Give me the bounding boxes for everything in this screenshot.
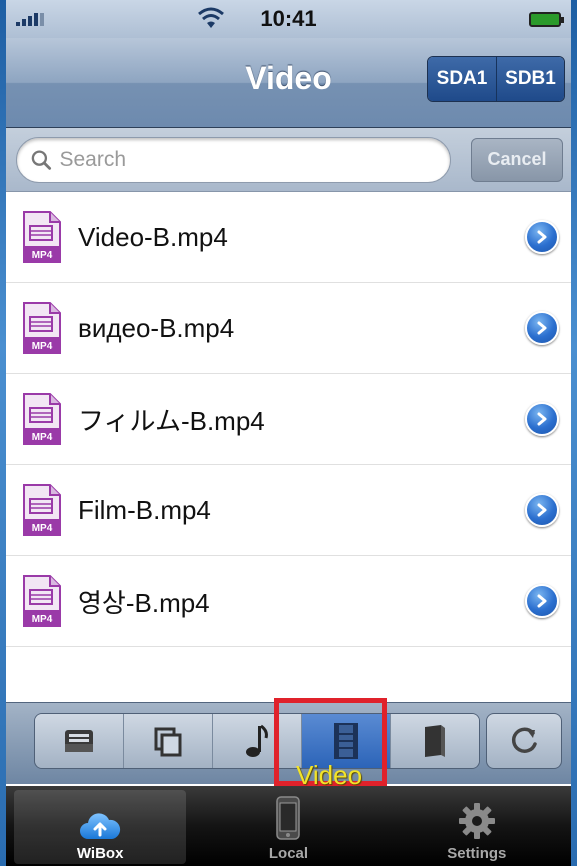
detail-disclosure-button[interactable] — [525, 584, 559, 618]
file-name: видео-B.mp4 — [78, 312, 235, 343]
search-icon — [31, 149, 52, 170]
segment-sda1-button[interactable]: SDA1 — [428, 57, 496, 101]
tab-label: Settings — [447, 845, 507, 862]
category-segmented-control — [34, 713, 480, 769]
file-list: MP4 Video-B.mp4 MP4 видео-B.mp4 MP4 フィルム… — [6, 192, 571, 647]
segment-sdb1-button[interactable]: SDB1 — [496, 57, 564, 101]
mp4-file-icon: MP4 — [23, 302, 61, 354]
tab-bar: WiBox Local Settings — [6, 786, 571, 866]
refresh-button[interactable] — [486, 713, 562, 769]
inbox-icon — [65, 730, 93, 752]
search-bar: Cancel — [6, 128, 571, 192]
cancel-button[interactable]: Cancel — [471, 137, 563, 182]
chevron-right-icon — [537, 594, 547, 608]
tab-local[interactable]: Local — [194, 786, 382, 866]
tab-label: Local — [268, 845, 309, 862]
category-books-button[interactable] — [390, 714, 479, 768]
chevron-right-icon — [537, 412, 547, 426]
chevron-right-icon — [537, 503, 547, 517]
svg-text:MP4: MP4 — [32, 250, 53, 261]
battery-icon — [529, 11, 564, 27]
detail-disclosure-button[interactable] — [525, 311, 559, 345]
cloud-icon — [80, 813, 121, 839]
file-row[interactable]: MP4 Video-B.mp4 — [6, 192, 571, 283]
svg-text:MP4: MP4 — [32, 523, 53, 534]
chevron-right-icon — [537, 230, 547, 244]
mp4-file-icon: MP4 — [23, 575, 61, 627]
file-row[interactable]: MP4 フィルム-B.mp4 — [6, 374, 571, 465]
status-time: 10:41 — [260, 6, 317, 31]
mp4-file-icon: MP4 — [23, 211, 61, 263]
file-name: Video-B.mp4 — [78, 221, 228, 252]
search-field[interactable] — [16, 136, 451, 183]
mp4-file-icon: MP4 — [23, 484, 61, 536]
chevron-right-icon — [537, 321, 547, 335]
file-row[interactable]: MP4 영상-B.mp4 — [6, 556, 571, 647]
mp4-file-icon: MP4 — [23, 393, 61, 445]
navigation-bar: Video SDA1 SDB1 — [6, 38, 571, 128]
search-input[interactable] — [59, 147, 450, 172]
svg-text:MP4: MP4 — [32, 614, 53, 625]
category-documents-button[interactable] — [123, 714, 212, 768]
drive-segmented-control: SDA1 SDB1 — [427, 56, 565, 102]
app-screen: 10:41 Video SDA1 SDB1 Cancel — [6, 0, 571, 866]
detail-disclosure-button[interactable] — [525, 220, 559, 254]
file-name: 영상-B.mp4 — [78, 587, 210, 618]
svg-text:MP4: MP4 — [32, 341, 53, 352]
refresh-icon — [511, 727, 537, 753]
tab-label: WiBox — [76, 845, 124, 862]
book-icon — [425, 725, 445, 757]
iphone-icon — [276, 796, 301, 840]
tab-settings[interactable]: Settings — [383, 786, 571, 866]
file-row[interactable]: MP4 Film-B.mp4 — [6, 465, 571, 556]
music-note-icon — [246, 724, 268, 757]
detail-disclosure-button[interactable] — [525, 493, 559, 527]
category-all-button[interactable] — [35, 714, 123, 768]
svg-text:MP4: MP4 — [32, 432, 53, 443]
tab-wibox[interactable]: WiBox — [6, 786, 194, 866]
copy-icon — [154, 727, 182, 757]
detail-disclosure-button[interactable] — [525, 402, 559, 436]
gear-icon — [458, 803, 495, 839]
file-name: Film-B.mp4 — [78, 494, 211, 525]
file-name: フィルム-B.mp4 — [78, 405, 265, 436]
file-row[interactable]: MP4 видео-B.mp4 — [6, 283, 571, 374]
status-bar: 10:41 — [6, 0, 571, 38]
